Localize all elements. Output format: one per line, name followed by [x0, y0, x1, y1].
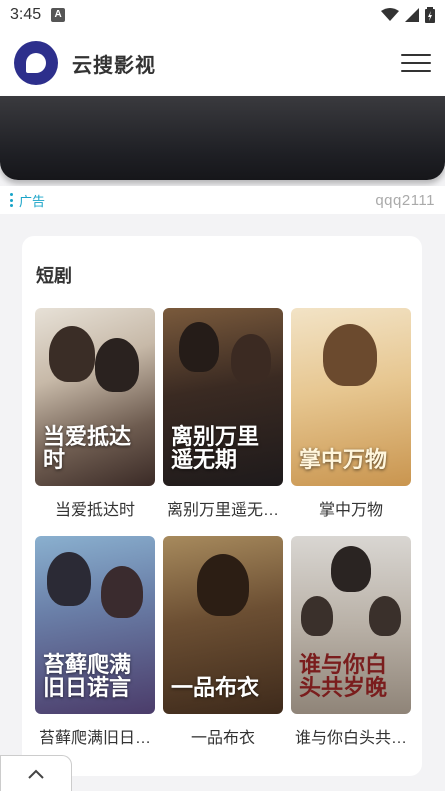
- short-drama-section: 短剧 当爱抵达时 当爱抵达时 离别万里遥无期 离别万里遥无… 掌中万物 掌中万物: [22, 236, 422, 776]
- chevron-up-icon: [28, 769, 44, 779]
- ad-label: 广告: [19, 193, 46, 209]
- drama-item[interactable]: 当爱抵达时 当爱抵达时: [35, 308, 155, 520]
- drama-name[interactable]: 掌中万物: [291, 496, 411, 520]
- poster-title: 谁与你白头共岁晚: [299, 651, 388, 701]
- drama-poster[interactable]: 谁与你白头共岁晚: [291, 536, 411, 714]
- drama-name[interactable]: 谁与你白头共…: [291, 724, 411, 748]
- drama-item[interactable]: 掌中万物 掌中万物: [291, 308, 411, 520]
- drama-item[interactable]: 一品布衣 一品布衣: [163, 536, 283, 748]
- status-bar: 3:45 A: [0, 0, 445, 30]
- drama-poster[interactable]: 离别万里遥无期: [163, 308, 283, 486]
- app-logo: [14, 41, 58, 85]
- status-icons: [381, 7, 435, 23]
- ad-marker-icon: [10, 193, 13, 207]
- poster-title: 掌中万物: [299, 446, 388, 473]
- hamburger-menu-icon[interactable]: [401, 48, 431, 78]
- battery-icon: [425, 7, 435, 23]
- poster-title: 一品布衣: [171, 674, 260, 701]
- app-title: 云搜影视: [72, 54, 156, 77]
- drama-poster[interactable]: 当爱抵达时: [35, 308, 155, 486]
- signal-icon: [405, 8, 419, 22]
- top-banner[interactable]: [0, 96, 445, 180]
- ad-account-id: qqq2111: [375, 191, 435, 209]
- drama-item[interactable]: 离别万里遥无期 离别万里遥无…: [163, 308, 283, 520]
- drama-poster[interactable]: 苔藓爬满旧日诺言: [35, 536, 155, 714]
- drama-name[interactable]: 一品布衣: [163, 724, 283, 748]
- drama-grid: 当爱抵达时 当爱抵达时 离别万里遥无期 离别万里遥无… 掌中万物 掌中万物 苔藓…: [35, 308, 411, 748]
- drama-poster[interactable]: 一品布衣: [163, 536, 283, 714]
- poster-title: 离别万里遥无期: [171, 423, 260, 473]
- scroll-top-button[interactable]: [0, 755, 72, 791]
- drama-item[interactable]: 谁与你白头共岁晚 谁与你白头共…: [291, 536, 411, 748]
- status-time: 3:45: [10, 6, 42, 23]
- section-title: 短剧: [36, 266, 72, 286]
- ad-row: 广告 qqq2111: [0, 186, 445, 214]
- drama-name[interactable]: 离别万里遥无…: [163, 496, 283, 520]
- drama-name[interactable]: 当爱抵达时: [35, 496, 155, 520]
- notification-icon: A: [51, 8, 66, 22]
- drama-item[interactable]: 苔藓爬满旧日诺言 苔藓爬满旧日…: [35, 536, 155, 748]
- poster-title: 当爱抵达时: [43, 423, 132, 473]
- drama-poster[interactable]: 掌中万物: [291, 308, 411, 486]
- drama-name[interactable]: 苔藓爬满旧日…: [35, 724, 155, 748]
- poster-title: 苔藓爬满旧日诺言: [43, 651, 132, 701]
- app-header: 云搜影视: [0, 30, 445, 96]
- wifi-icon: [381, 8, 399, 21]
